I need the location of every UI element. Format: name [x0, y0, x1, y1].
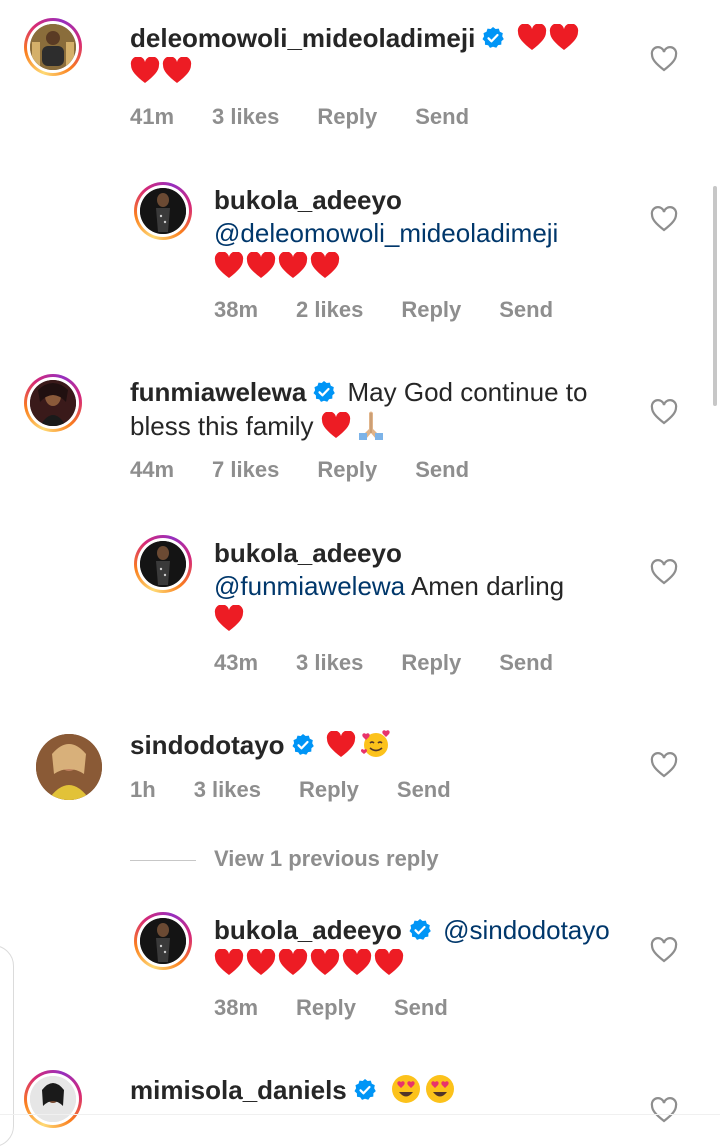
send-button[interactable]: Send [499, 650, 553, 675]
heart-outline-icon[interactable] [650, 937, 678, 963]
view-previous-label: View 1 previous reply [214, 846, 439, 871]
username[interactable]: bukola_adeeyo [214, 185, 402, 215]
timestamp: 41m [130, 104, 175, 129]
comment-text: bless this family [130, 411, 314, 441]
heart-emoji-group [214, 251, 342, 281]
username[interactable]: funmiawelewa [130, 377, 306, 407]
timestamp: 1h [130, 777, 156, 802]
comment-body: funmiawelewa May God continue to bless t… [130, 376, 630, 443]
heart-emoji [374, 949, 404, 975]
comment-meta: 1h 3 likes Reply Send [130, 777, 489, 803]
heart-eyes-emoji [426, 1075, 454, 1103]
heart-emoji [130, 57, 160, 83]
username[interactable]: sindodotayo [130, 730, 285, 760]
heart-emoji-group [517, 23, 581, 53]
username[interactable]: bukola_adeeyo [214, 915, 402, 945]
avatar[interactable] [36, 734, 102, 800]
heart-emoji [326, 731, 355, 757]
reply-button[interactable]: Reply [317, 457, 377, 482]
mention-link[interactable]: @funmiawelewa [214, 571, 405, 601]
comment-body: mimisola_daniels [130, 1073, 630, 1107]
heart-emoji [214, 252, 244, 278]
comment-body: bukola_adeeyo @funmiawelewa Amen darling [214, 537, 634, 636]
comment-text: Amen darling [410, 571, 565, 601]
comment-meta: 41m 3 likes Reply Send [130, 104, 507, 130]
heart-emoji [214, 949, 244, 975]
heart-outline-icon[interactable] [650, 559, 678, 585]
heart-emoji [278, 252, 308, 278]
send-button[interactable]: Send [499, 297, 553, 322]
heart-outline-icon[interactable] [650, 1097, 678, 1123]
heart-emoji [162, 57, 192, 83]
timestamp: 44m [130, 457, 175, 482]
smiling-face-with-hearts-emoji [360, 730, 390, 757]
heart-emoji-group [214, 948, 406, 978]
heart-emoji [278, 949, 308, 975]
heart-emoji [310, 949, 340, 975]
comment-text: May God continue to [347, 377, 588, 407]
scrollbar[interactable] [713, 186, 717, 406]
verified-badge-icon [354, 1079, 376, 1100]
avatar[interactable] [24, 18, 82, 76]
timestamp: 38m [214, 297, 259, 322]
comment-body: bukola_adeeyo @sindodotayo [214, 914, 634, 980]
divider [130, 859, 196, 861]
avatar[interactable] [134, 535, 192, 593]
reply-button[interactable]: Reply [296, 995, 356, 1020]
heart-emoji [517, 24, 546, 50]
heart-emoji [310, 252, 340, 278]
mention-link[interactable]: @deleomowoli_mideoladimeji [214, 218, 558, 248]
timestamp: 38m [214, 995, 259, 1020]
comment-meta: 44m 7 likes Reply Send [130, 457, 507, 483]
avatar[interactable] [134, 912, 192, 970]
comment-meta: 38m 2 likes Reply Send [214, 297, 591, 323]
avatar[interactable] [24, 1070, 82, 1128]
reply-button[interactable]: Reply [317, 104, 377, 129]
verified-badge-icon [313, 381, 336, 402]
heart-eyes-emoji [392, 1075, 420, 1103]
avatar[interactable] [134, 182, 192, 240]
comment-meta: 38m Reply Send [214, 995, 486, 1021]
verified-badge-icon [292, 734, 314, 755]
sheet-edge [0, 945, 14, 1147]
reply-button[interactable]: Reply [401, 650, 461, 675]
likes-count[interactable]: 7 likes [212, 457, 279, 482]
reply-button[interactable]: Reply [401, 297, 461, 322]
likes-count[interactable]: 2 likes [296, 297, 363, 322]
send-button[interactable]: Send [415, 104, 469, 129]
username[interactable]: deleomowoli_mideoladimeji [130, 23, 475, 53]
heart-emoji [246, 252, 276, 278]
heart-outline-icon[interactable] [650, 399, 678, 425]
reply-button[interactable]: Reply [299, 777, 359, 802]
heart-outline-icon[interactable] [650, 206, 678, 232]
likes-count[interactable]: 3 likes [212, 104, 279, 129]
mention-link[interactable]: @sindodotayo [443, 915, 610, 945]
send-button[interactable]: Send [394, 995, 448, 1020]
verified-badge-icon [409, 919, 431, 940]
likes-count[interactable]: 3 likes [296, 650, 363, 675]
send-button[interactable]: Send [415, 457, 469, 482]
heart-emoji [342, 949, 372, 975]
likes-count[interactable]: 3 likes [194, 777, 261, 802]
view-previous-replies-button[interactable]: View 1 previous reply [130, 846, 439, 872]
heart-outline-icon[interactable] [650, 752, 678, 778]
comment-meta: 43m 3 likes Reply Send [214, 650, 591, 676]
heart-emoji [214, 605, 244, 631]
username[interactable]: mimisola_daniels [130, 1075, 347, 1105]
send-button[interactable]: Send [397, 777, 451, 802]
timestamp: 43m [214, 650, 259, 675]
username[interactable]: bukola_adeeyo [214, 538, 402, 568]
folded-hands-emoji [358, 411, 383, 440]
heart-emoji-group [130, 56, 194, 86]
heart-emoji [549, 24, 578, 50]
comment-body: deleomowoli_mideoladimeji [130, 22, 630, 88]
avatar[interactable] [24, 374, 82, 432]
heart-emoji [246, 949, 276, 975]
heart-outline-icon[interactable] [650, 46, 678, 72]
bottom-divider [0, 1114, 720, 1115]
heart-emoji [321, 412, 350, 438]
comment-body: sindodotayo [130, 728, 630, 762]
verified-badge-icon [482, 27, 505, 48]
comment-body: bukola_adeeyo @deleomowoli_mideoladimeji [214, 184, 634, 283]
